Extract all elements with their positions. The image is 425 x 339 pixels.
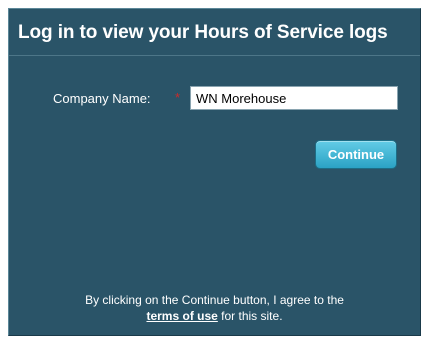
continue-button[interactable]: Continue xyxy=(315,140,397,169)
agreement-line-2: terms of use for this site. xyxy=(9,308,420,324)
agreement-suffix: for this site. xyxy=(221,309,283,323)
company-field-row: Company Name: * xyxy=(9,86,420,112)
terms-agreement: By clicking on the Continue button, I ag… xyxy=(9,292,420,324)
company-name-label: Company Name: xyxy=(53,91,151,106)
panel-title: Log in to view your Hours of Service log… xyxy=(18,22,388,43)
login-panel: Log in to view your Hours of Service log… xyxy=(8,8,421,336)
required-indicator: * xyxy=(175,90,181,105)
title-divider xyxy=(9,55,420,56)
company-name-input[interactable] xyxy=(190,86,398,110)
terms-of-use-link[interactable]: terms of use xyxy=(146,309,217,323)
agreement-line-1: By clicking on the Continue button, I ag… xyxy=(85,293,344,307)
